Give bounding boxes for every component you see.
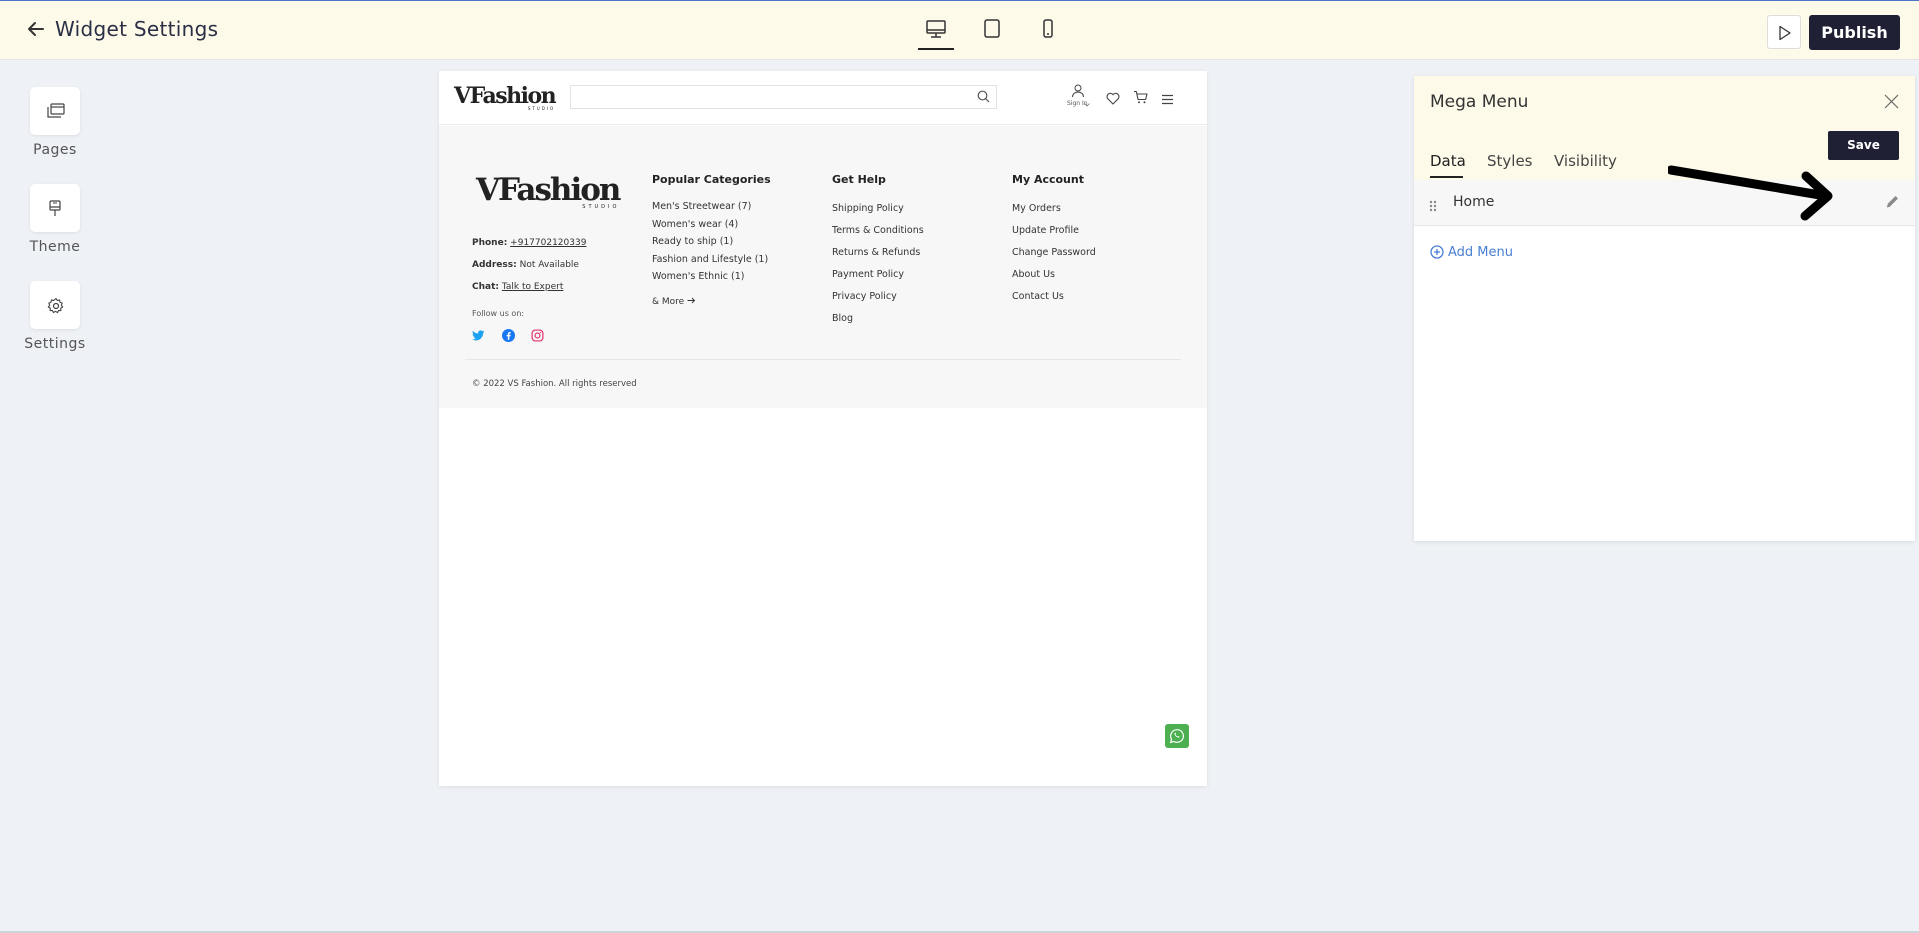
chat-link[interactable]: Talk to Expert (502, 282, 563, 292)
footer-link[interactable]: Women's Ethnic (1) (652, 271, 744, 282)
pages-icon-box[interactable] (30, 87, 80, 135)
whatsapp-icon (1169, 729, 1184, 744)
footer-link[interactable]: Terms & Conditions (832, 225, 924, 236)
rail-label: Settings (24, 336, 86, 352)
site-header: VFashion STUDIO Sign In (439, 71, 1207, 125)
plus-circle-icon (1430, 245, 1444, 259)
site-search-input[interactable] (570, 85, 997, 109)
facebook-icon[interactable] (502, 327, 515, 346)
footer-link[interactable]: Returns & Refunds (832, 247, 920, 258)
footer-link[interactable]: Privacy Policy (832, 291, 897, 302)
gear-icon (47, 297, 64, 314)
close-icon[interactable] (1884, 94, 1899, 113)
footer-logo[interactable]: VFashion STUDIO (476, 172, 621, 210)
rail-item-settings[interactable]: Settings (20, 281, 90, 352)
footer-link[interactable]: Contact Us (1012, 291, 1064, 302)
more-categories-link[interactable]: & More (652, 297, 696, 307)
panel-title: Mega Menu (1430, 92, 1529, 112)
search-icon (977, 90, 990, 103)
footer-address: Address: Not Available (472, 260, 579, 270)
footer-chat: Chat: Talk to Expert (472, 282, 564, 292)
phone-link[interactable]: +917702120339 (510, 238, 586, 248)
page-title: Widget Settings (55, 17, 219, 41)
preview-button[interactable] (1767, 15, 1801, 49)
footer-link[interactable]: About Us (1012, 269, 1055, 280)
footer-column-title: Popular Categories (652, 173, 771, 186)
pencil-edit-icon[interactable] (1885, 194, 1900, 213)
footer-link[interactable]: Update Profile (1012, 225, 1079, 236)
arrow-right-icon (687, 297, 696, 304)
hamburger-menu-icon[interactable] (1161, 90, 1174, 109)
footer-link[interactable]: Change Password (1012, 247, 1096, 258)
copyright-text: © 2022 VS Fashion. All rights reserved (472, 379, 637, 389)
footer-link[interactable]: Shipping Policy (832, 203, 904, 214)
tablet-icon[interactable] (980, 18, 1004, 42)
drag-handle-icon[interactable] (1429, 197, 1437, 216)
active-tab-indicator (1430, 176, 1463, 178)
rail-item-theme[interactable]: Theme (20, 184, 90, 255)
tab-data[interactable]: Data (1430, 152, 1466, 170)
rail-label: Theme (29, 239, 81, 255)
publish-button[interactable]: Publish (1809, 15, 1900, 50)
footer-link[interactable]: Ready to ship (1) (652, 236, 733, 247)
play-icon (1779, 25, 1791, 41)
rail-label: Pages (33, 142, 77, 158)
whatsapp-button[interactable] (1165, 724, 1189, 748)
site-logo[interactable]: VFashion STUDIO (454, 83, 557, 111)
desktop-icon[interactable] (924, 18, 948, 42)
menu-item-row[interactable]: Home (1414, 180, 1915, 226)
site-preview-canvas[interactable]: VFashion STUDIO Sign In VFashion STUDIO … (439, 71, 1207, 786)
add-menu-button[interactable]: Add Menu (1430, 245, 1513, 260)
twitter-icon[interactable] (472, 327, 485, 346)
footer-link[interactable]: Women's wear (4) (652, 219, 738, 230)
back-arrow-icon[interactable] (26, 19, 48, 41)
instagram-icon[interactable] (531, 327, 544, 346)
mobile-icon[interactable] (1036, 18, 1060, 42)
footer-link[interactable]: My Orders (1012, 203, 1061, 214)
footer-column-title: My Account (1012, 173, 1084, 186)
footer-link[interactable]: Payment Policy (832, 269, 904, 280)
footer-link[interactable]: Blog (832, 313, 853, 324)
chevron-down-icon (1084, 92, 1090, 111)
top-bar: Widget Settings Publish (0, 0, 1919, 60)
footer-phone: Phone: +917702120339 (472, 238, 587, 248)
menu-item-label: Home (1453, 194, 1495, 210)
save-button[interactable]: Save (1828, 131, 1899, 160)
tab-styles[interactable]: Styles (1487, 152, 1533, 170)
tab-visibility[interactable]: Visibility (1554, 152, 1617, 170)
follow-label: Follow us on: (472, 309, 525, 318)
pages-icon (47, 103, 65, 118)
theme-icon (49, 200, 61, 216)
annotation-arrow-icon (1668, 165, 1833, 221)
footer-divider (465, 359, 1181, 360)
footer-link[interactable]: Fashion and Lifestyle (1) (652, 254, 768, 265)
site-footer: VFashion STUDIO Phone: +917702120339 Add… (439, 126, 1207, 408)
theme-icon-box[interactable] (30, 184, 80, 232)
mega-menu-panel: Mega Menu Save Data Styles Visibility Ho… (1414, 76, 1915, 541)
heart-icon[interactable] (1106, 90, 1120, 109)
active-device-indicator (918, 48, 954, 50)
footer-link[interactable]: Men's Streetwear (7) (652, 201, 751, 212)
panel-header: Mega Menu Save Data Styles Visibility (1414, 76, 1915, 180)
footer-column-title: Get Help (832, 173, 886, 186)
gear-icon-box[interactable] (30, 281, 80, 329)
rail-item-pages[interactable]: Pages (20, 87, 90, 158)
cart-icon[interactable] (1133, 89, 1148, 108)
